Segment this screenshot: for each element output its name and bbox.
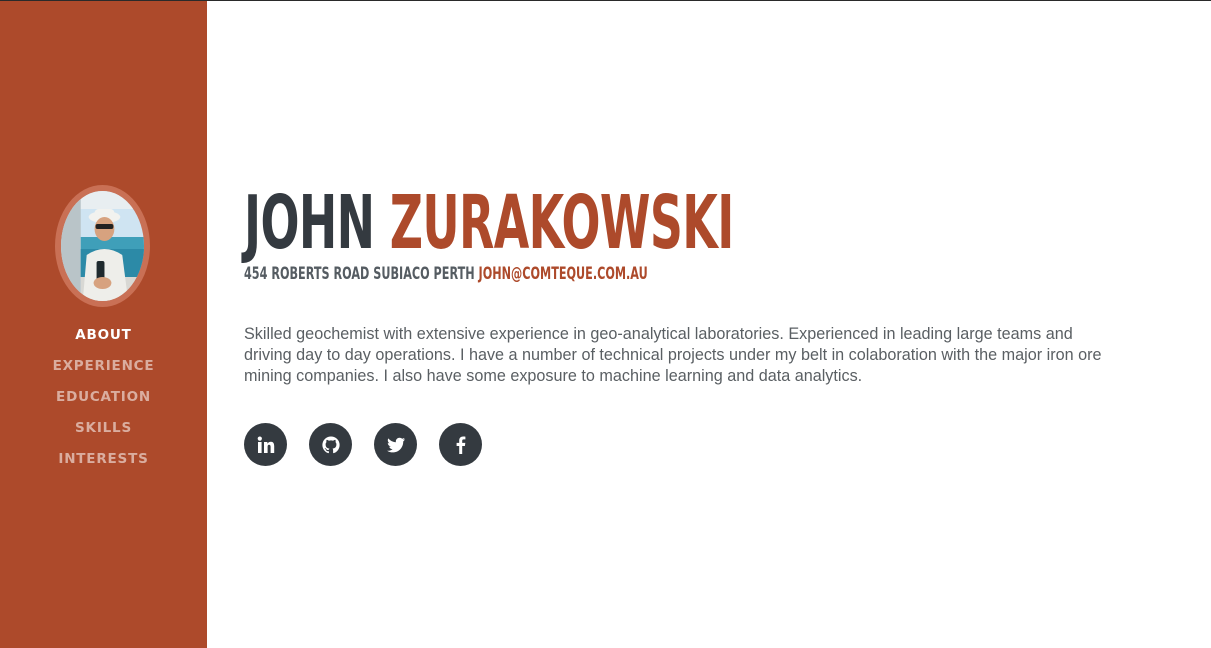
address: 454 ROBERTS ROAD SUBIACO PERTH	[244, 264, 475, 284]
linkedin-icon	[257, 436, 274, 453]
page-title: JOHN ZURAKOWSKI	[244, 183, 734, 263]
linkedin-button[interactable]	[244, 423, 287, 466]
profile-photo-image	[61, 191, 144, 301]
bio-text: Skilled geochemist with extensive experi…	[244, 325, 1102, 385]
profile-photo-frame	[55, 185, 150, 307]
nav-item-interests[interactable]: INTERESTS	[0, 449, 207, 480]
last-name: ZURAKOWSKI	[389, 180, 735, 266]
nav-item-skills[interactable]: SKILLS	[0, 418, 207, 449]
sidebar: ABOUT EXPERIENCE EDUCATION SKILLS INTERE…	[0, 1, 207, 648]
twitter-button[interactable]	[374, 423, 417, 466]
facebook-icon	[456, 436, 465, 454]
nav-item-education[interactable]: EDUCATION	[0, 387, 207, 418]
github-button[interactable]	[309, 423, 352, 466]
contact-subheading: 454 ROBERTS ROAD SUBIACO PERTH JOHN@COMT…	[244, 263, 648, 285]
github-icon	[321, 435, 340, 453]
email-link[interactable]: JOHN@COMTEQUE.COM.AU	[479, 264, 648, 284]
sidebar-nav: ABOUT EXPERIENCE EDUCATION SKILLS INTERE…	[0, 325, 207, 480]
facebook-button[interactable]	[439, 423, 482, 466]
first-name: JOHN	[244, 180, 375, 266]
nav-item-experience[interactable]: EXPERIENCE	[0, 356, 207, 387]
profile-photo	[61, 191, 144, 301]
nav-item-about[interactable]: ABOUT	[0, 325, 207, 356]
page: ABOUT EXPERIENCE EDUCATION SKILLS INTERE…	[0, 0, 1211, 648]
twitter-icon	[386, 437, 405, 452]
social-icons	[244, 423, 482, 466]
